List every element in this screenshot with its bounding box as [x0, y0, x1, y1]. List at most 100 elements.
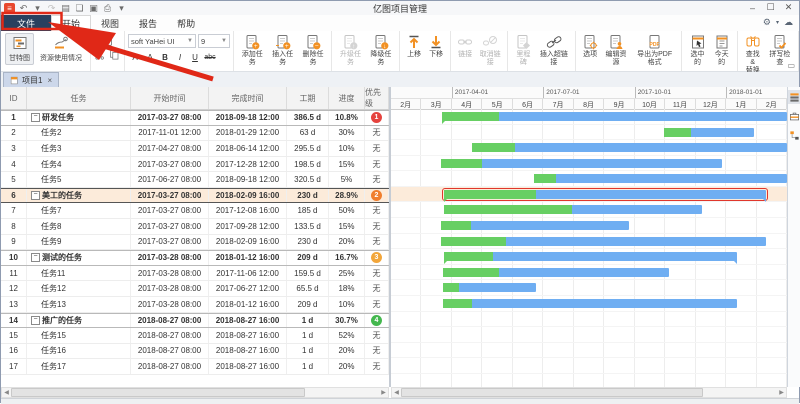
cloud-icon[interactable]: ☁: [784, 17, 793, 28]
menu-item-file[interactable]: 文件: [1, 15, 51, 31]
print-icon[interactable]: ⎙: [102, 3, 113, 14]
table-hscrollbar[interactable]: ◀ ▶: [1, 387, 389, 398]
gantt-bar-task-8[interactable]: [441, 221, 629, 230]
qat-dropdown-icon[interactable]: ▾: [116, 3, 127, 14]
close-button[interactable]: ✕: [780, 1, 797, 14]
new-doc-icon[interactable]: ▤: [60, 3, 71, 14]
table-row-task-5[interactable]: 5任务52017-06-27 08:002018-09-18 12:00320.…: [1, 172, 389, 188]
scroll-right-icon[interactable]: ▶: [379, 388, 388, 397]
gantt-bar-task-10[interactable]: [444, 252, 737, 261]
font-toggle-s[interactable]: abc: [203, 50, 217, 64]
column-header-task[interactable]: 任务: [27, 87, 131, 109]
table-row-task-12[interactable]: 12任务122017-03-28 08:002017-06-27 12:0065…: [1, 281, 389, 297]
scroll-left-icon[interactable]: ◀: [392, 388, 401, 397]
ribbon-button-move-up[interactable]: 上移: [404, 33, 424, 60]
gantt-bar-task-6[interactable]: [444, 190, 766, 199]
table-row-task-15[interactable]: 15任务152018-08-27 08:002018-08-27 16:001 …: [1, 328, 389, 344]
ribbon-button-doc-demote[interactable]: ↓降级任务: [367, 33, 395, 68]
minimize-button[interactable]: –: [744, 1, 761, 14]
settings-gear-icon[interactable]: ⚙: [763, 17, 771, 28]
menu-item-view[interactable]: 视图: [91, 15, 129, 31]
undo-dropdown-icon[interactable]: ▾: [32, 3, 43, 14]
table-row-task-6[interactable]: 6−美工的任务2017-03-27 08:002018-02-09 16:002…: [1, 188, 389, 204]
ribbon-button-move-down[interactable]: 下移: [426, 33, 446, 60]
save-icon[interactable]: ▣: [88, 3, 99, 14]
stamp-icon[interactable]: ❏: [74, 3, 85, 14]
ribbon-view-resource[interactable]: 资源使用情况: [36, 33, 86, 65]
panel-toggle-gantt-panel[interactable]: [788, 90, 800, 104]
table-row-task-17[interactable]: 17任务172018-08-27 08:002018-08-27 16:001 …: [1, 359, 389, 375]
menu-item-report[interactable]: 报告: [129, 15, 167, 31]
font-size-select[interactable]: 9▼: [198, 34, 230, 48]
gantt-bar-task-4[interactable]: [441, 159, 722, 168]
column-header-start[interactable]: 开始时间: [131, 87, 209, 109]
dropdown-caret-icon[interactable]: ▾: [776, 19, 779, 26]
collapse-icon[interactable]: −: [31, 191, 40, 200]
ribbon-button-doc-remove[interactable]: −删除任务: [299, 33, 327, 68]
table-hscroll-thumb[interactable]: [11, 388, 305, 397]
gantt-bar-task-2[interactable]: [664, 128, 754, 137]
tab-close-icon[interactable]: ×: [47, 76, 52, 85]
collapse-icon[interactable]: −: [31, 113, 40, 122]
table-row-task-3[interactable]: 3任务32017-04-27 08:002018-06-14 12:00295.…: [1, 141, 389, 157]
font-toggle-size0[interactable]: A: [128, 50, 142, 64]
collapse-icon[interactable]: −: [31, 253, 40, 262]
column-header-priority[interactable]: 优先级: [365, 87, 389, 109]
ribbon-button-options[interactable]: 选项: [580, 33, 600, 60]
gantt-bar-task-5[interactable]: [534, 174, 787, 183]
ribbon-button-selected-task[interactable]: 选中的: [686, 33, 708, 68]
font-toggle-size1[interactable]: A: [143, 50, 157, 64]
scroll-left-icon[interactable]: ◀: [2, 388, 11, 397]
gantt-hscroll-thumb[interactable]: [401, 388, 703, 397]
maximize-button[interactable]: ☐: [762, 1, 779, 14]
menu-item-start[interactable]: 开始: [51, 15, 91, 31]
table-row-task-8[interactable]: 8任务82017-03-27 08:002017-09-28 12:00133.…: [1, 219, 389, 235]
table-row-task-14[interactable]: 14−推广的任务2018-08-27 08:002018-08-27 16:00…: [1, 313, 389, 329]
panel-toggle-toolbox-panel[interactable]: [788, 109, 800, 123]
table-row-task-13[interactable]: 13任务132017-03-28 08:002018-01-12 16:0020…: [1, 297, 389, 313]
table-row-task-4[interactable]: 4任务42017-03-27 08:002017-12-28 12:00198.…: [1, 157, 389, 173]
ribbon-button-hyperlink[interactable]: 插入超链接: [537, 33, 572, 68]
table-row-task-2[interactable]: 2任务22017-11-01 12:002018-01-29 12:0063 d…: [1, 126, 389, 142]
gantt-bar-task-11[interactable]: [443, 268, 669, 277]
collapse-icon[interactable]: −: [31, 316, 40, 325]
gantt-bar-task-3[interactable]: [472, 143, 787, 152]
font-toggle-u[interactable]: U: [188, 50, 202, 64]
panel-toggle-workflow-panel[interactable]: [788, 128, 800, 142]
scroll-right-icon[interactable]: ▶: [777, 388, 786, 397]
ribbon-button-find-replace[interactable]: 查找 & 替换: [742, 33, 764, 76]
table-row-task-1[interactable]: 1−研发任务2017-03-27 08:002018-09-18 12:0038…: [1, 110, 389, 126]
ribbon-button-doc-add[interactable]: +添加任务: [238, 33, 266, 68]
table-row-task-7[interactable]: 7任务72017-03-27 08:002017-12-08 16:00185 …: [1, 203, 389, 219]
gantt-bar-task-1[interactable]: [442, 112, 787, 121]
paste-icon[interactable]: [101, 33, 115, 47]
column-header-duration[interactable]: 工期: [287, 87, 329, 109]
redo-icon[interactable]: ↷: [46, 3, 57, 14]
collapse-ribbon-icon[interactable]: ▭: [787, 61, 795, 70]
gantt-bar-task-7[interactable]: [444, 205, 702, 214]
undo-icon[interactable]: ↶: [18, 3, 29, 14]
cut-icon[interactable]: [94, 49, 106, 61]
font-toggle-i[interactable]: I: [173, 50, 187, 64]
ribbon-button-export-pdf[interactable]: PDF导出为PDF格式: [632, 33, 678, 68]
font-toggle-b[interactable]: B: [158, 50, 172, 64]
table-row-task-10[interactable]: 10−测试的任务2017-03-28 08:002018-01-12 16:00…: [1, 250, 389, 266]
column-header-id[interactable]: ID: [1, 87, 27, 109]
table-row-task-16[interactable]: 16任务162018-08-27 08:002018-08-27 16:001 …: [1, 344, 389, 360]
font-family-select[interactable]: soft YaHei UI▼: [128, 34, 196, 48]
table-row-task-9[interactable]: 9任务92017-03-27 08:002018-02-09 16:00230 …: [1, 235, 389, 251]
copy-icon[interactable]: [109, 49, 121, 61]
gantt-hscrollbar[interactable]: ◀ ▶: [391, 387, 787, 398]
ribbon-button-today-task[interactable]: 今天的: [711, 33, 733, 68]
menu-item-help[interactable]: 帮助: [167, 15, 205, 31]
gantt-bar-task-12[interactable]: [443, 283, 536, 292]
tab-project1[interactable]: 项目1×: [3, 72, 59, 87]
column-header-finish[interactable]: 完成时间: [209, 87, 287, 109]
ribbon-view-gantt[interactable]: 甘特图: [5, 33, 34, 65]
gantt-bar-task-13[interactable]: [443, 299, 737, 308]
column-header-progress[interactable]: 进度: [329, 87, 365, 109]
ribbon-button-doc-insert[interactable]: +插入任务: [268, 33, 296, 68]
gantt-bar-task-9[interactable]: [441, 237, 766, 246]
ribbon-button-edit-resource[interactable]: 编辑资源: [602, 33, 630, 68]
table-row-task-11[interactable]: 11任务112017-03-28 08:002017-11-06 12:0015…: [1, 266, 389, 282]
